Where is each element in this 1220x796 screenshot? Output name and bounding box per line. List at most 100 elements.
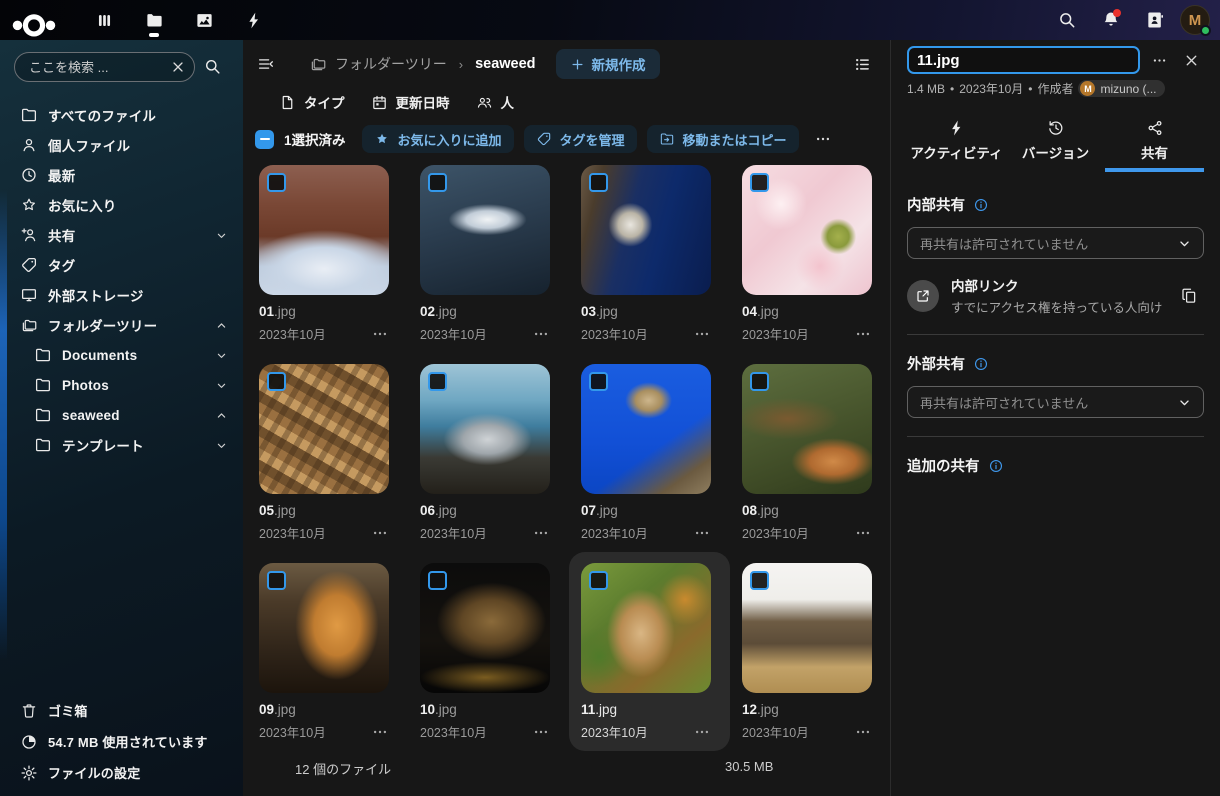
sidebar-footer-item[interactable]: ゴミ箱 — [10, 695, 235, 726]
file-tile[interactable]: 08.jpg 2023年10月 — [730, 353, 891, 552]
selection-action-button[interactable]: お気に入りに追加 — [362, 125, 514, 153]
nextcloud-logo[interactable] — [8, 7, 60, 33]
expand-chevron-icon[interactable] — [214, 198, 229, 213]
selection-more-actions-icon[interactable] — [809, 125, 837, 153]
selection-action-button[interactable]: 移動またはコピー — [647, 125, 799, 153]
file-checkbox[interactable] — [589, 372, 608, 391]
file-checkbox[interactable] — [267, 571, 286, 590]
sidebar-item[interactable]: すべてのファイル — [10, 100, 235, 130]
file-tile[interactable]: 09.jpg 2023年10月 — [247, 552, 408, 751]
expand-chevron-icon[interactable] — [214, 138, 229, 153]
file-checkbox[interactable] — [589, 173, 608, 192]
selection-action-button[interactable]: タグを管理 — [524, 125, 637, 153]
clear-search-icon[interactable] — [170, 59, 186, 75]
info-icon[interactable] — [973, 356, 989, 372]
search-submit-icon[interactable] — [203, 52, 233, 82]
sidebar-item[interactable]: Documents — [10, 340, 235, 370]
unified-search-icon[interactable] — [1048, 1, 1086, 39]
external-share-select[interactable]: 再共有は許可されていません — [907, 386, 1204, 418]
file-actions-icon[interactable] — [854, 524, 872, 542]
file-tile[interactable]: 02.jpg 2023年10月 — [408, 154, 569, 353]
file-actions-icon[interactable] — [854, 325, 872, 343]
expand-chevron-icon[interactable] — [214, 438, 229, 453]
list-view-toggle-icon[interactable] — [846, 48, 878, 80]
sidebar-item[interactable]: seaweed — [10, 400, 235, 430]
expand-chevron-icon[interactable] — [214, 168, 229, 183]
info-icon[interactable] — [988, 458, 1004, 474]
file-checkbox[interactable] — [589, 571, 608, 590]
file-actions-icon[interactable] — [693, 325, 711, 343]
file-checkbox[interactable] — [428, 173, 447, 192]
app-files-icon[interactable] — [134, 0, 174, 40]
panel-more-actions-icon[interactable] — [1146, 47, 1172, 73]
sidebar-item[interactable]: フォルダーツリー — [10, 310, 235, 340]
info-icon[interactable] — [973, 197, 989, 213]
sidebar-footer-item[interactable]: 54.7 MB 使用されています — [10, 726, 235, 757]
file-actions-icon[interactable] — [532, 325, 550, 343]
file-tile[interactable]: 10.jpg 2023年10月 — [408, 552, 569, 751]
filename-input[interactable] — [907, 46, 1140, 74]
copy-link-icon[interactable] — [1174, 281, 1204, 311]
expand-chevron-icon[interactable] — [214, 228, 229, 243]
file-checkbox[interactable] — [750, 173, 769, 192]
sidebar-item[interactable]: 共有 — [10, 220, 235, 250]
sidebar-item[interactable]: タグ — [10, 250, 235, 280]
panel-tab[interactable]: バージョン — [1006, 111, 1105, 172]
sidebar-item[interactable]: 個人ファイル — [10, 130, 235, 160]
file-checkbox[interactable] — [267, 372, 286, 391]
expand-chevron-icon[interactable] — [214, 348, 229, 363]
expand-chevron-icon[interactable] — [214, 318, 229, 333]
file-actions-icon[interactable] — [693, 723, 711, 741]
sidebar-item[interactable]: テンプレート — [10, 430, 235, 460]
sidebar-item[interactable]: Photos — [10, 370, 235, 400]
app-activity-icon[interactable] — [234, 0, 274, 40]
expand-chevron-icon[interactable] — [214, 408, 229, 423]
sidebar-footer-item[interactable]: ファイルの設定 — [10, 757, 235, 788]
sidebar-item[interactable]: お気に入り — [10, 190, 235, 220]
file-checkbox[interactable] — [750, 372, 769, 391]
expand-chevron-icon[interactable] — [214, 288, 229, 303]
select-all-checkbox[interactable] — [255, 130, 274, 149]
notifications-bell-icon[interactable] — [1092, 1, 1130, 39]
file-checkbox[interactable] — [428, 571, 447, 590]
contacts-icon[interactable] — [1136, 1, 1174, 39]
file-actions-icon[interactable] — [371, 325, 389, 343]
file-actions-icon[interactable] — [532, 723, 550, 741]
panel-close-icon[interactable] — [1178, 47, 1204, 73]
file-tile[interactable]: 03.jpg 2023年10月 — [569, 154, 730, 353]
file-checkbox[interactable] — [428, 372, 447, 391]
expand-chevron-icon[interactable] — [214, 378, 229, 393]
search-input[interactable] — [14, 52, 195, 82]
file-tile[interactable]: 06.jpg 2023年10月 — [408, 353, 569, 552]
panel-tab[interactable]: アクティビティ — [907, 111, 1006, 172]
expand-chevron-icon[interactable] — [214, 108, 229, 123]
file-tile[interactable]: 11.jpg 2023年10月 — [569, 552, 730, 751]
file-checkbox[interactable] — [750, 571, 769, 590]
file-checkbox[interactable] — [267, 173, 286, 192]
filter-chip[interactable]: 更新日時 — [371, 92, 450, 112]
new-file-button[interactable]: 新規作成 — [556, 49, 660, 79]
app-photos-icon[interactable] — [184, 0, 224, 40]
filter-chip[interactable]: 人 — [476, 92, 515, 112]
sidebar-item[interactable]: 外部ストレージ — [10, 280, 235, 310]
sidebar-item[interactable]: 最新 — [10, 160, 235, 190]
file-tile[interactable]: 12.jpg 2023年10月 — [730, 552, 891, 751]
panel-tab[interactable]: 共有 — [1105, 111, 1204, 172]
file-tile[interactable]: 05.jpg 2023年10月 — [247, 353, 408, 552]
file-actions-icon[interactable] — [371, 723, 389, 741]
internal-share-select[interactable]: 再共有は許可されていません — [907, 227, 1204, 259]
file-actions-icon[interactable] — [693, 524, 711, 542]
collapse-sidebar-icon[interactable] — [251, 49, 281, 79]
file-actions-icon[interactable] — [532, 524, 550, 542]
file-tile[interactable]: 07.jpg 2023年10月 — [569, 353, 730, 552]
file-actions-icon[interactable] — [854, 723, 872, 741]
file-actions-icon[interactable] — [371, 524, 389, 542]
breadcrumb-root-link[interactable]: フォルダーツリー — [335, 54, 447, 74]
expand-chevron-icon[interactable] — [214, 258, 229, 273]
file-tile[interactable]: 01.jpg 2023年10月 — [247, 154, 408, 353]
creator-pill[interactable]: M mizuno (... — [1078, 80, 1164, 97]
file-tile[interactable]: 04.jpg 2023年10月 — [730, 154, 891, 353]
user-avatar[interactable]: M — [1180, 5, 1210, 35]
app-dashboard-icon[interactable] — [84, 0, 124, 40]
filter-chip[interactable]: タイプ — [279, 92, 345, 112]
